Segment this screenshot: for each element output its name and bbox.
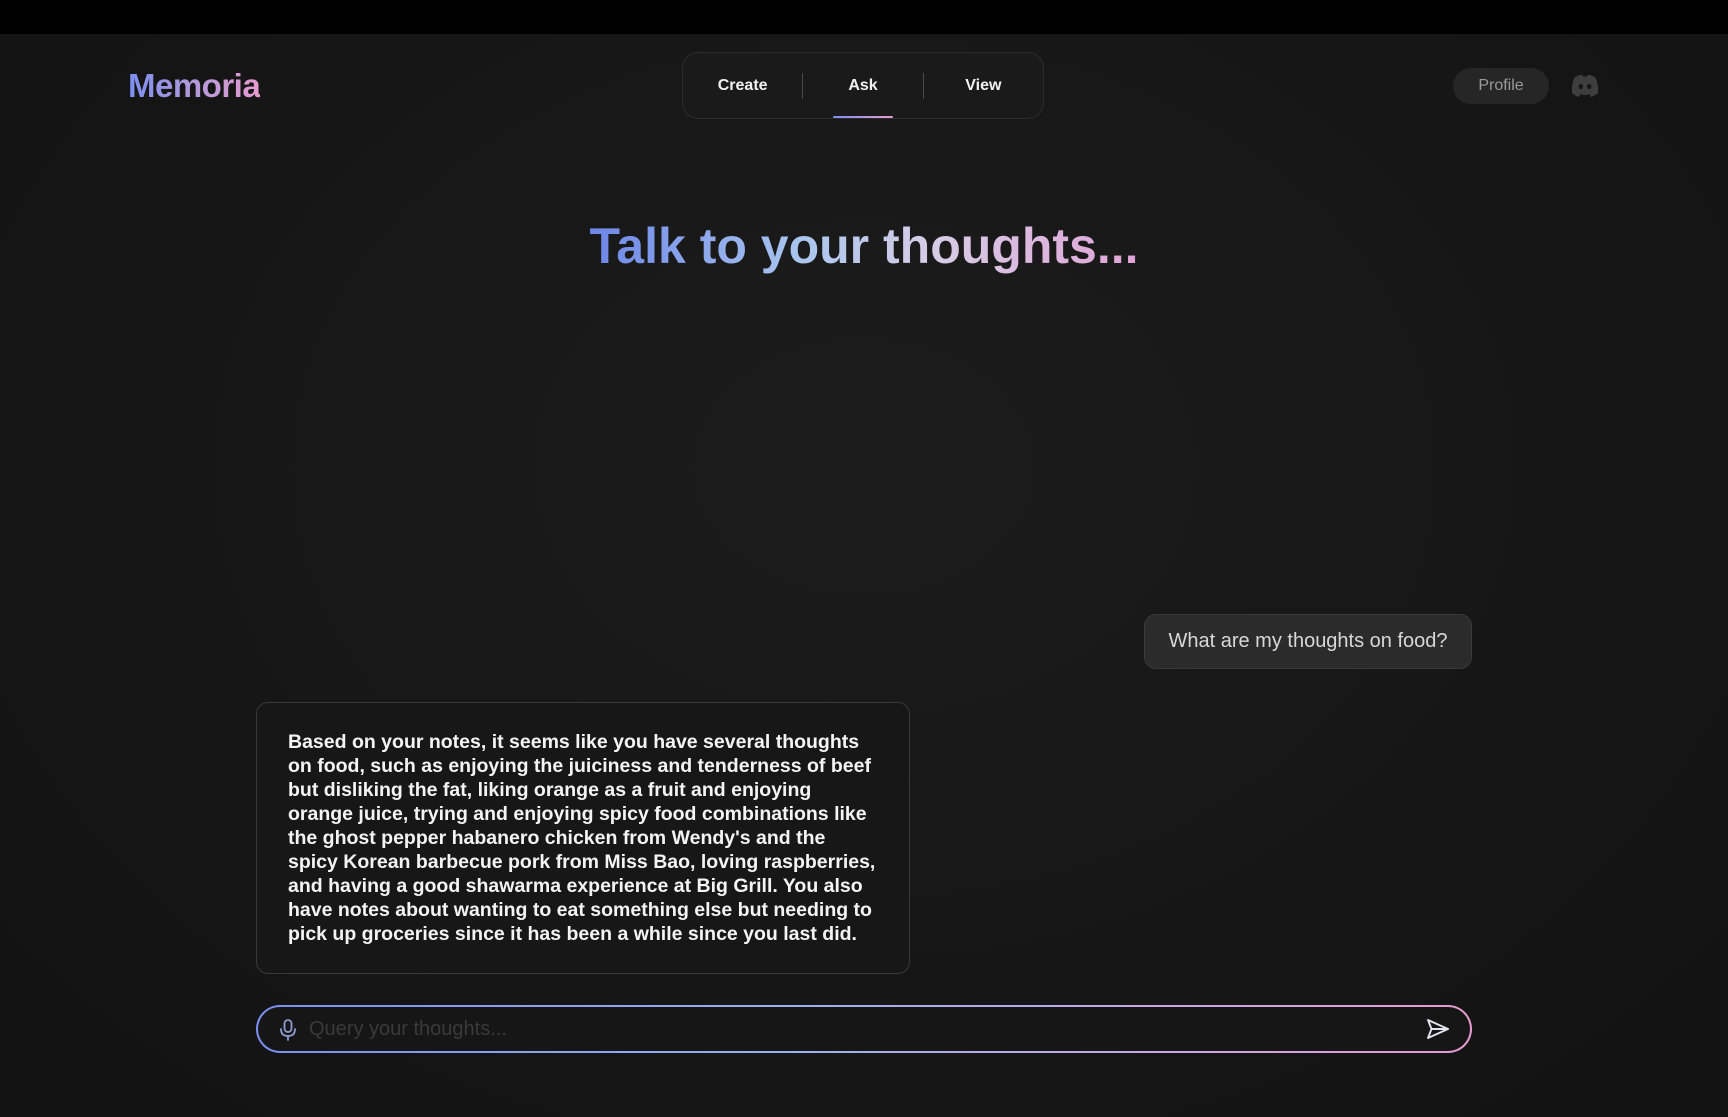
- send-icon[interactable]: [1426, 1018, 1450, 1040]
- microphone-icon[interactable]: [277, 1018, 299, 1042]
- nav-create[interactable]: Create: [683, 77, 802, 95]
- user-message: What are my thoughts on food?: [1144, 614, 1472, 669]
- profile-button[interactable]: Profile: [1453, 68, 1549, 104]
- assistant-message: Based on your notes, it seems like you h…: [256, 702, 910, 974]
- main-nav: Create Ask View: [682, 52, 1044, 119]
- page-title-text: Talk to your thoughts...: [589, 218, 1139, 274]
- nav-ask[interactable]: Ask: [803, 77, 922, 118]
- query-bar-inner: [258, 1007, 1470, 1051]
- page-title: Talk to your thoughts...: [0, 216, 1728, 276]
- brand-logo[interactable]: Memoria: [128, 67, 261, 105]
- app-page: Memoria Create Ask View Profile Talk to …: [0, 34, 1728, 1117]
- query-input[interactable]: [309, 1007, 1389, 1051]
- discord-icon[interactable]: [1570, 72, 1600, 100]
- query-bar: [256, 1005, 1472, 1053]
- nav-view[interactable]: View: [924, 77, 1043, 95]
- top-black-bar: [0, 0, 1728, 34]
